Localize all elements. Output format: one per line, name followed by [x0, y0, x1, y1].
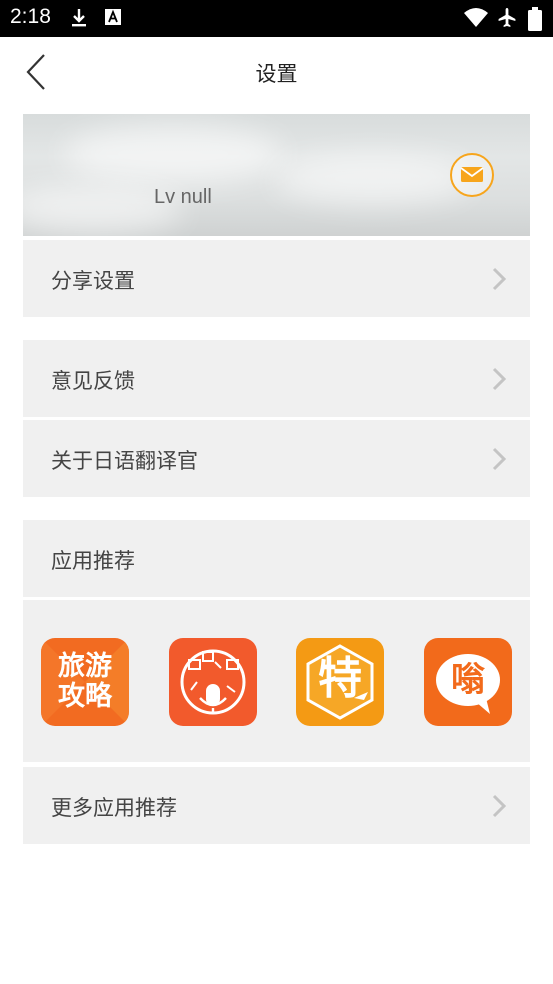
more-apps-label: 更多应用推荐	[51, 796, 177, 820]
voice-translate-app-icon[interactable]	[169, 638, 257, 726]
battery-icon	[528, 7, 542, 35]
page-title: 设置	[255, 62, 298, 86]
mail-icon	[460, 167, 484, 182]
airplane-icon	[496, 7, 518, 33]
status-bar: 2:18	[0, 0, 553, 37]
feedback-row[interactable]: 意见反馈	[23, 340, 530, 417]
share-settings-label: 分享设置	[51, 269, 135, 293]
app-recommend-label: 应用推荐	[51, 549, 135, 573]
about-row[interactable]: 关于日语翻译官	[23, 420, 530, 497]
profile-banner[interactable]: Lv null	[23, 114, 530, 236]
app-line1: 特	[318, 653, 362, 704]
chevron-right-icon	[492, 794, 507, 818]
feedback-label: 意见反馈	[51, 369, 135, 393]
chevron-right-icon	[492, 447, 507, 471]
app-line1: 旅游	[58, 651, 112, 682]
about-label: 关于日语翻译官	[51, 449, 198, 473]
share-settings-row[interactable]: 分享设置	[23, 240, 530, 317]
download-icon	[68, 7, 90, 33]
title-bar: 设置	[0, 37, 553, 107]
app-recommend-header: 应用推荐	[23, 520, 530, 597]
app-line2: 攻略	[58, 681, 112, 712]
user-level: Lv null	[154, 186, 212, 208]
chevron-right-icon	[492, 367, 507, 391]
more-apps-row[interactable]: 更多应用推荐	[23, 767, 530, 844]
app-text: 嗡	[451, 660, 485, 700]
chat-app-icon[interactable]: 嗡	[424, 638, 512, 726]
special-deals-app-icon[interactable]: 特	[296, 638, 384, 726]
chevron-right-icon	[492, 267, 507, 291]
status-time: 2:18	[10, 5, 51, 28]
travel-guide-app-icon[interactable]: 旅游 攻略	[41, 638, 129, 726]
wifi-icon	[463, 7, 489, 33]
recommended-apps: 旅游 攻略 特 嗡	[23, 600, 530, 762]
font-a-icon	[103, 7, 123, 31]
message-button[interactable]	[450, 153, 494, 197]
